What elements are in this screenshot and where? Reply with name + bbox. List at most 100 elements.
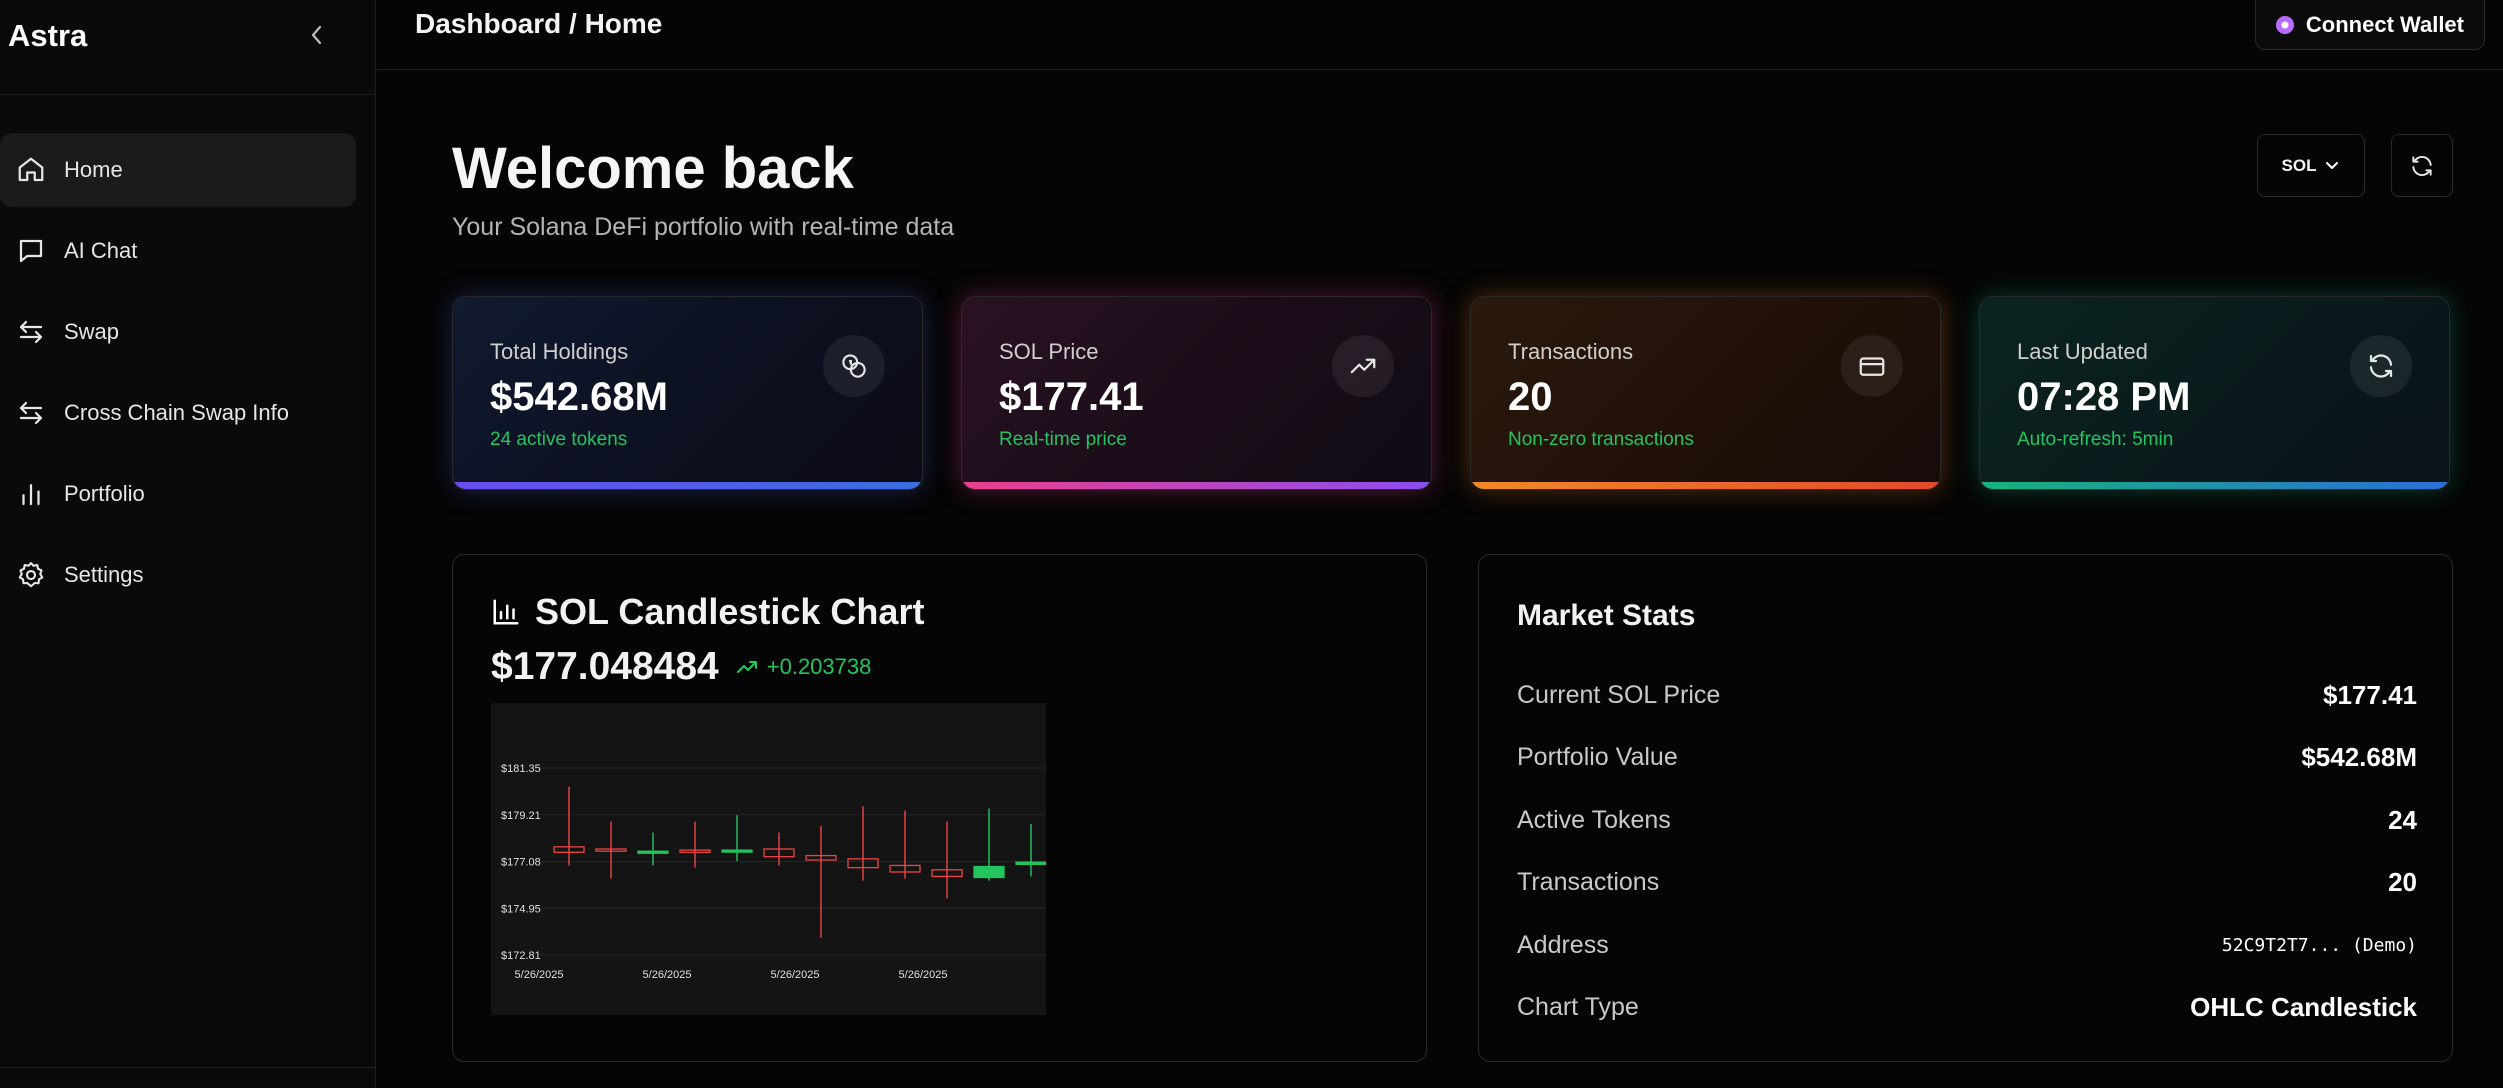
page-title: Welcome back [452,136,854,201]
refresh-icon [2350,335,2412,397]
market-stats-title: Market Stats [1517,599,1696,632]
stat-row-label: Address [1517,930,1609,959]
stat-row-value: 24 [2388,804,2417,835]
chart-price-change-value: +0.203738 [766,654,872,679]
gear-icon [18,562,44,588]
sidebar-item-swap[interactable]: Swap [0,295,356,369]
app-root: Astra Home AI Chat Swap Cross Chain Swap… [0,0,2503,1088]
swap-icon [19,401,43,425]
stat-card-total-holdings: Total Holdings $542.68M 24 active tokens [452,296,923,490]
stat-row-active-tokens: Active Tokens 24 [1517,800,2417,840]
sidebar-item-label: Cross Chain Swap Info [64,400,289,425]
sidebar-item-settings[interactable]: Settings [0,538,356,612]
stat-card-value: $542.68M [490,375,668,419]
candle-body [1015,861,1047,865]
stat-card-label: SOL Price [999,339,1099,364]
refresh-button[interactable] [2391,134,2453,197]
home-icon [18,157,44,182]
stat-row-value: OHLC Candlestick [2190,991,2417,1022]
stat-row-label: Current SOL Price [1517,680,1721,709]
chart-y-tick-label: $179.21 [501,810,541,822]
chart-price-value: $177.048484 [491,645,719,688]
stat-card-note: Auto-refresh: 5min [2017,429,2174,450]
sidebar-nav: Home AI Chat Swap Cross Chain Swap Info … [0,133,376,619]
stat-card-label: Last Updated [2017,339,2148,364]
stat-card-note: 24 active tokens [490,429,628,450]
chart-price-change: +0.203738 [735,654,872,680]
chat-icon [19,239,43,263]
breadcrumb: Dashboard / Home [415,8,663,39]
chart-title: SOL Candlestick Chart [491,591,924,633]
stat-row-value: 52C9T2T7... (Demo) [2221,934,2417,956]
trending-up-icon [1332,335,1394,397]
sidebar-item-ai-chat[interactable]: AI Chat [0,214,356,288]
stat-card-accent-bar [1980,482,2449,489]
sidebar: Astra Home AI Chat Swap Cross Chain Swap… [0,0,376,1088]
chart-y-tick-label: $174.95 [501,903,541,915]
swap-icon [19,320,43,344]
stat-card-value: 20 [1508,375,1553,419]
candle-body [637,850,669,854]
chevron-down-icon [2326,161,2339,169]
stat-row-label: Portfolio Value [1517,742,1678,771]
sidebar-item-portfolio[interactable]: Portfolio [0,457,356,531]
sidebar-item-label: Settings [64,562,144,587]
stat-row-current-sol-price: Current SOL Price $177.41 [1517,675,2417,715]
chart-x-tick-label: 5/26/2025 [771,969,820,981]
brand-logo: Astra [8,18,88,53]
coins-icon [823,335,885,397]
refresh-icon [2412,155,2432,176]
sidebar-item-label: AI Chat [64,238,138,263]
topbar: Dashboard / Home Connect Wallet [377,0,2503,70]
candlestick-chart-panel: SOL Candlestick Chart $177.048484 +0.203… [452,554,1427,1062]
stat-card-transactions: Transactions 20 Non-zero transactions [1470,296,1941,490]
token-select[interactable]: SOL [2257,134,2365,197]
chart-y-tick-label: $172.81 [501,950,541,962]
stat-card-accent-bar [453,482,922,489]
stat-row-address: Address 52C9T2T7... (Demo) [1517,925,2417,965]
chart-y-tick-label: $177.08 [501,857,541,869]
chart-x-tick-label: 5/26/2025 [515,969,564,981]
bar-chart-icon [22,484,40,506]
stat-row-transactions: Transactions 20 [1517,862,2417,902]
sidebar-item-label: Swap [64,319,120,344]
market-stats-panel: Market Stats Current SOL Price $177.41 P… [1478,554,2453,1062]
sidebar-item-label: Portfolio [64,481,145,506]
stat-row-chart-type: Chart Type OHLC Candlestick [1517,987,2417,1027]
candle-body [721,849,753,853]
sidebar-footer-divider [0,1067,376,1068]
stat-row-label: Chart Type [1517,992,1639,1021]
stat-card-last-updated: Last Updated 07:28 PM Auto-refresh: 5min [1979,296,2450,490]
stat-row-portfolio-value: Portfolio Value $542.68M [1517,737,2417,777]
stat-card-note: Non-zero transactions [1508,429,1694,450]
candlestick-chart-svg: $181.35 $179.21 $177.08 $174.95 $172.81 5/26/… [501,763,1047,981]
stat-card-value: $177.41 [999,375,1144,419]
stat-card-note: Real-time price [999,429,1127,450]
chart-title-text: SOL Candlestick Chart [535,591,925,632]
stat-card-accent-bar [962,482,1431,489]
sidebar-divider [0,94,376,95]
stat-card-accent-bar [1471,482,1940,489]
connect-wallet-button[interactable]: Connect Wallet [2254,0,2485,50]
bar-chart-icon [493,599,519,625]
candle-body [973,865,1005,879]
trending-up-icon [736,661,757,673]
candlestick-chart[interactable]: $181.35 $179.21 $177.08 $174.95 $172.81 5/26/… [491,703,1047,1015]
sidebar-item-home[interactable]: Home [0,133,356,207]
chart-x-tick-label: 5/26/2025 [643,969,692,981]
collapse-sidebar-button[interactable] [304,18,330,52]
credit-card-icon [1841,335,1903,397]
connect-wallet-label: Connect Wallet [2305,11,2464,37]
stat-row-value: $542.68M [2301,741,2417,772]
stat-card-label: Transactions [1508,339,1634,364]
stat-card-sol-price: SOL Price $177.41 Real-time price [961,296,1432,490]
stat-row-label: Active Tokens [1517,805,1671,834]
token-select-value: SOL [2281,155,2317,175]
stat-row-label: Transactions [1517,867,1660,896]
sidebar-item-cross-chain-swap-info[interactable]: Cross Chain Swap Info [0,376,356,450]
chart-y-tick-label: $181.35 [501,763,541,775]
stat-card-label: Total Holdings [490,339,629,364]
chart-price: $177.048484 +0.203738 [491,645,871,689]
page-subtitle: Your Solana DeFi portfolio with real-tim… [452,213,955,241]
stat-row-value: $177.41 [2323,679,2417,710]
